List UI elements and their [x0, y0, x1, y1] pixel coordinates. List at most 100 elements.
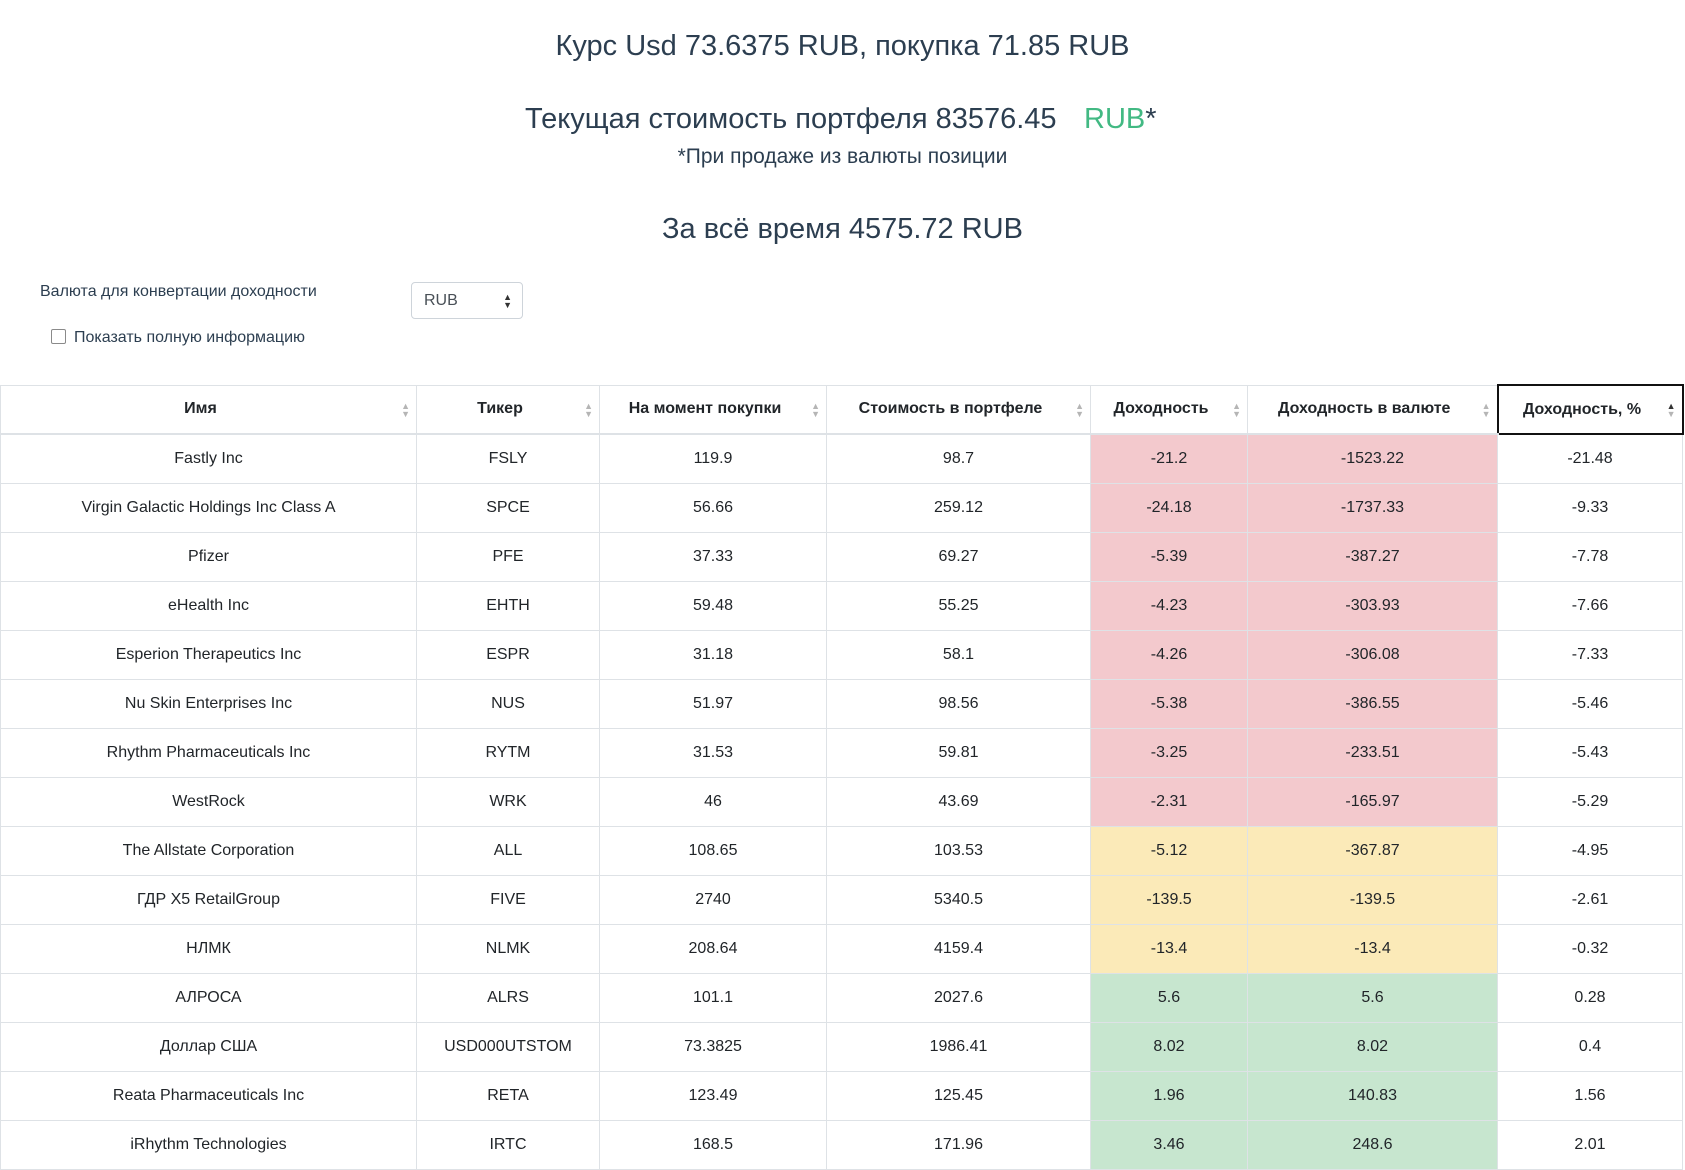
cell-yield: -13.4 — [1090, 923, 1248, 974]
usd-rate-heading: Курс Usd 73.6375 RUB, покупка 71.85 RUB — [555, 30, 1130, 62]
table-row[interactable]: iRhythm Technologies IRTC 168.5 171.96 3.46 2… — [0, 1119, 1683, 1170]
cell-yield: 8.02 — [1090, 1021, 1248, 1072]
table-row[interactable]: Fastly Inc FSLY 119.9 98.7 -21.2 -1523.22 -21.… — [0, 433, 1683, 484]
cell-yield: -5.39 — [1090, 531, 1248, 582]
sort-icon: ▲ ▼ — [811, 400, 820, 419]
sort-icon: ▲ ▼ — [1075, 400, 1084, 419]
column-header-yield[interactable]: Доходность ▲ ▼ — [1090, 384, 1248, 435]
cell-yield-currency: 140.83 — [1247, 1070, 1498, 1121]
cell-ticker: FIVE — [416, 874, 600, 925]
column-header-yield-percent[interactable]: Доходность, % ▲ ▼ — [1496, 384, 1684, 435]
cell-portfolio-value: 5340.5 — [826, 874, 1091, 925]
cell-buy-price: 31.53 — [599, 727, 827, 778]
cell-yield-currency: 8.02 — [1247, 1021, 1498, 1072]
show-full-info-option[interactable]: Показать полную информацию — [51, 329, 305, 347]
table-row[interactable]: Pfizer PFE 37.33 69.27 -5.39 -387.27 -7.78 — [0, 531, 1683, 582]
cell-name: iRhythm Technologies — [0, 1119, 417, 1170]
cell-yield: -139.5 — [1090, 874, 1248, 925]
cell-yield: -21.2 — [1090, 433, 1248, 484]
cell-ticker: ALL — [416, 825, 600, 876]
cell-yield-currency: -306.08 — [1247, 629, 1498, 680]
cell-yield: -4.26 — [1090, 629, 1248, 680]
cell-name: The Allstate Corporation — [0, 825, 417, 876]
cell-ticker: NUS — [416, 678, 600, 729]
cell-yield-currency: -233.51 — [1247, 727, 1498, 778]
table-row[interactable]: The Allstate Corporation ALL 108.65 103.53-… — [0, 825, 1683, 876]
cell-buy-price: 31.18 — [599, 629, 827, 680]
cell-yield-percent: -5.29 — [1497, 776, 1683, 827]
asterisk: * — [1145, 103, 1157, 135]
portfolio-currency-label: RUB* — [1084, 103, 1157, 136]
table-row[interactable]: WestRock WRK 46 43.69 -2.31 -165.97 -5.29 — [0, 776, 1683, 827]
table-row[interactable]: eHealth Inc EHTH 59.48 55.25 -4.23 -303.93 -7.… — [0, 580, 1683, 631]
select-arrows-icon: ▲ ▼ — [503, 292, 512, 310]
sort-icon: ▲ ▼ — [1481, 400, 1491, 419]
cell-ticker: WRK — [416, 776, 600, 827]
table-row[interactable]: Rhythm Pharmaceuticals Inc RYTM 31.53 59.81… — [0, 727, 1683, 778]
cell-yield: -2.31 — [1090, 776, 1248, 827]
table-row[interactable]: Доллар США USD000UTSTOM 73.3825 1986.41 8.02… — [0, 1021, 1683, 1072]
column-header-ticker[interactable]: Тикер ▲ ▼ — [416, 384, 600, 435]
cell-yield-percent: -2.61 — [1497, 874, 1683, 925]
cell-yield-percent: 2.01 — [1497, 1119, 1683, 1170]
cell-buy-price: 101.1 — [599, 972, 827, 1023]
column-header-portfolio-value[interactable]: Стоимость в портфеле ▲ ▼ — [826, 384, 1091, 435]
table-row[interactable]: АЛРОСА ALRS 101.1 2027.6 5.6 5.6 0.28 — [0, 972, 1683, 1023]
sort-icon: ▲ ▼ — [1666, 401, 1676, 419]
column-header-label: Доходность — [1113, 400, 1209, 418]
cell-yield-percent: 0.4 — [1497, 1021, 1683, 1072]
cell-buy-price: 168.5 — [599, 1119, 827, 1170]
cell-ticker: USD000UTSTOM — [416, 1021, 600, 1072]
cell-yield-currency: 248.6 — [1247, 1119, 1498, 1170]
cell-portfolio-value: 55.25 — [826, 580, 1091, 631]
conversion-currency-value: RUB — [424, 292, 458, 309]
cell-portfolio-value: 98.7 — [826, 433, 1091, 484]
show-full-info-label: Показать полную информацию — [74, 329, 306, 346]
table-header-row: Имя ▲ ▼ Тикер ▲ ▼ На момент покупки ▲ ▼ Стоимо… — [0, 384, 1684, 435]
cell-yield-percent: -0.32 — [1497, 923, 1683, 974]
column-header-buy-price[interactable]: На момент покупки ▲ ▼ — [599, 384, 827, 435]
cell-yield-currency: -367.87 — [1247, 825, 1498, 876]
table-row[interactable]: НЛМК NLMK 208.64 4159.4 -13.4 -13.4 -0.32 — [0, 923, 1683, 974]
cell-yield-percent: -4.95 — [1497, 825, 1683, 876]
portfolio-currency: RUB — [1084, 103, 1146, 135]
cell-buy-price: 119.9 — [599, 433, 827, 484]
cell-name: Esperion Therapeutics Inc — [0, 629, 417, 680]
table-row[interactable]: Virgin Galactic Holdings Inc Class A SPCE… — [0, 482, 1683, 533]
cell-yield-currency: -386.55 — [1247, 678, 1498, 729]
show-full-info-checkbox[interactable] — [51, 329, 66, 344]
cell-yield-percent: -9.33 — [1497, 482, 1683, 533]
cell-yield-currency: -1737.33 — [1247, 482, 1498, 533]
cell-yield: -3.25 — [1090, 727, 1248, 778]
cell-yield: 3.46 — [1090, 1119, 1248, 1170]
cell-ticker: EHTH — [416, 580, 600, 631]
cell-portfolio-value: 103.53 — [826, 825, 1091, 876]
cell-yield-percent: 0.28 — [1497, 972, 1683, 1023]
table-row[interactable]: Nu Skin Enterprises Inc NUS 51.97 98.56 -5.3… — [0, 678, 1683, 729]
cell-name: Доллар США — [0, 1021, 417, 1072]
cell-yield-percent: -7.33 — [1497, 629, 1683, 680]
conversion-currency-label: Валюта для конвертации доходности — [40, 283, 317, 300]
column-header-name[interactable]: Имя ▲ ▼ — [0, 384, 417, 435]
cell-name: Virgin Galactic Holdings Inc Class A — [0, 482, 417, 533]
cell-name: НЛМК — [0, 923, 417, 974]
cell-name: АЛРОСА — [0, 972, 417, 1023]
column-header-yield-currency[interactable]: Доходность в валюте ▲ ▼ — [1247, 384, 1498, 435]
cell-buy-price: 123.49 — [599, 1070, 827, 1121]
cell-yield-percent: -5.43 — [1497, 727, 1683, 778]
conversion-currency-select[interactable]: RUB ▲ ▼ — [411, 282, 523, 319]
cell-portfolio-value: 69.27 — [826, 531, 1091, 582]
cell-ticker: RYTM — [416, 727, 600, 778]
cell-buy-price: 73.3825 — [599, 1021, 827, 1072]
cell-yield: -5.38 — [1090, 678, 1248, 729]
sort-icon: ▲ ▼ — [1232, 400, 1241, 419]
sort-icon: ▲ ▼ — [401, 400, 410, 419]
cell-buy-price: 59.48 — [599, 580, 827, 631]
cell-portfolio-value: 58.1 — [826, 629, 1091, 680]
cell-ticker: SPCE — [416, 482, 600, 533]
cell-yield: -4.23 — [1090, 580, 1248, 631]
table-row[interactable]: ГДР X5 RetailGroup FIVE 2740 5340.5 -139.5 -1… — [0, 874, 1683, 925]
table-row[interactable]: Reata Pharmaceuticals Inc RETA 123.49 125.4… — [0, 1070, 1683, 1121]
column-header-label: Имя — [184, 400, 217, 418]
table-row[interactable]: Esperion Therapeutics Inc ESPR 31.18 58.1 -4… — [0, 629, 1683, 680]
